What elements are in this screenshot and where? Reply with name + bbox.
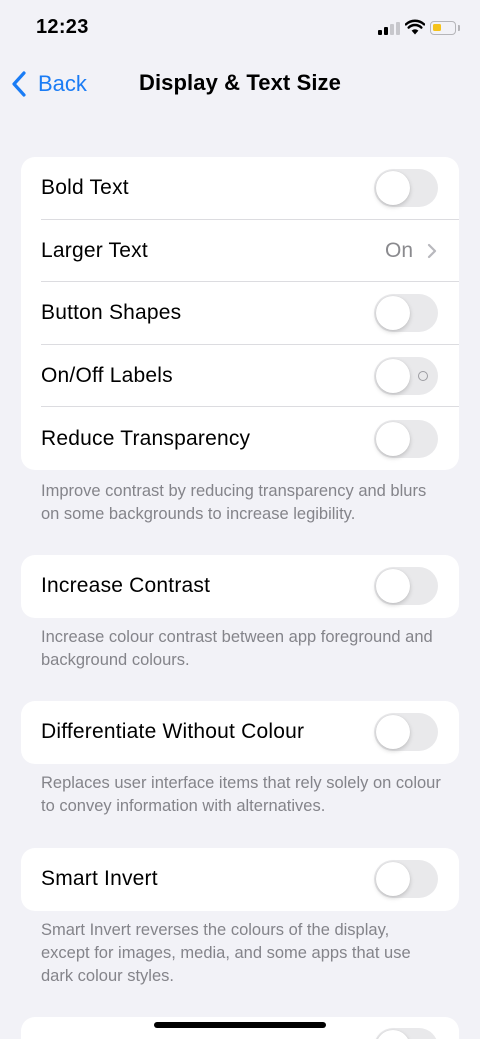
wifi-icon <box>405 19 425 35</box>
reduce-transparency-footer: Improve contrast by reducing transparenc… <box>41 482 427 523</box>
row-label: Larger Text <box>41 238 148 262</box>
row-reduce-transparency[interactable]: Reduce Transparency <box>21 407 459 470</box>
row-label: Increase Contrast <box>41 574 211 598</box>
button-shapes-toggle[interactable] <box>374 294 438 333</box>
row-label: Button Shapes <box>41 301 182 325</box>
home-indicator[interactable] <box>154 1022 326 1028</box>
row-label: Reduce Transparency <box>41 426 251 450</box>
reduce-transparency-toggle[interactable] <box>374 419 438 458</box>
on-off-labels-toggle[interactable] <box>374 357 438 396</box>
differentiate-without-colour-toggle[interactable] <box>374 713 438 752</box>
row-smart-invert[interactable]: Smart Invert <box>21 848 459 911</box>
row-label: Smart Invert <box>41 867 158 891</box>
smart-invert-toggle[interactable] <box>374 860 438 899</box>
battery-level <box>433 24 441 31</box>
bold-text-toggle[interactable] <box>374 169 438 208</box>
smart-invert-group: Smart Invert <box>21 848 459 911</box>
smart-invert-footer: Smart Invert reverses the colours of the… <box>41 921 411 985</box>
back-label: Back <box>38 71 87 96</box>
row-label: Bold Text <box>41 176 129 200</box>
increase-contrast-toggle[interactable] <box>374 567 438 606</box>
chevron-left-icon <box>12 71 26 97</box>
row-differentiate-without-colour[interactable]: Differentiate Without Colour <box>21 701 459 764</box>
differentiate-group: Differentiate Without Colour <box>21 701 459 764</box>
text-settings-group: Bold Text Larger Text On Button Shapes O… <box>21 157 459 470</box>
status-bar: 12:23 <box>0 0 480 56</box>
next-row-toggle[interactable] <box>374 1028 438 1039</box>
row-bold-text[interactable]: Bold Text <box>21 157 459 220</box>
increase-contrast-group: Increase Contrast <box>21 555 459 618</box>
chevron-right-icon <box>427 243 437 258</box>
row-on-off-labels[interactable]: On/Off Labels <box>21 345 459 408</box>
back-button[interactable]: Back <box>10 66 87 102</box>
increase-contrast-footer: Increase colour contrast between app for… <box>41 628 433 669</box>
battery-cap <box>458 25 460 31</box>
off-label-ring-icon <box>418 371 428 382</box>
navigation-bar: Display & Text Size Back <box>0 56 480 112</box>
larger-text-value: On <box>384 238 413 262</box>
row-increase-contrast[interactable]: Increase Contrast <box>21 555 459 618</box>
screen: 12:23 Display & Text Size Back Bold Text… <box>0 0 480 1039</box>
row-label: Differentiate Without Colour <box>41 720 305 744</box>
row-larger-text[interactable]: Larger Text On <box>21 220 459 283</box>
status-time: 12:23 <box>36 16 89 38</box>
battery-icon <box>430 21 456 35</box>
cellular-signal-icon <box>378 22 400 35</box>
differentiate-footer: Replaces user interface items that rely … <box>41 774 441 815</box>
row-button-shapes[interactable]: Button Shapes <box>21 282 459 345</box>
next-group-partial <box>21 1017 459 1039</box>
row-label: On/Off Labels <box>41 364 173 388</box>
